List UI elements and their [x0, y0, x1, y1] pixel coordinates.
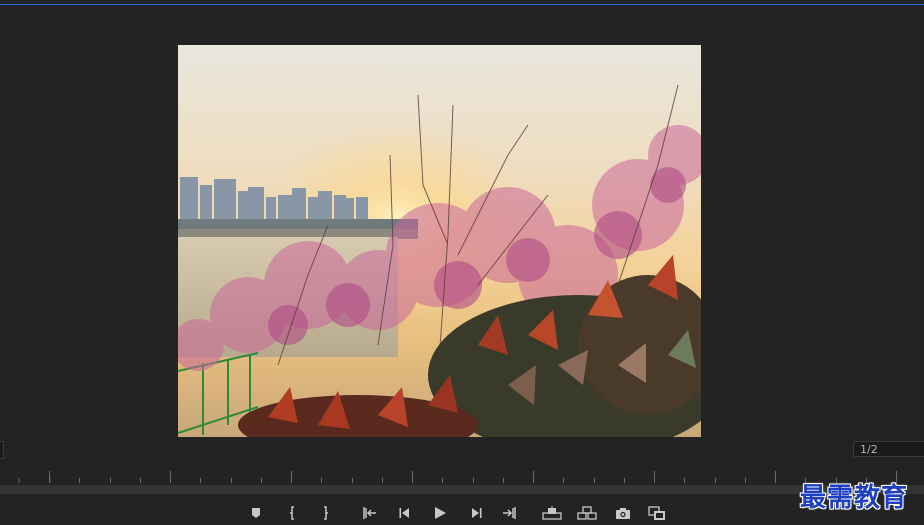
- panel-focus-line: [0, 4, 924, 5]
- mark-in-icon: [290, 506, 294, 520]
- go-to-in-button[interactable]: [360, 503, 380, 523]
- add-marker-button[interactable]: [246, 503, 266, 523]
- watermark-logo: 最需教育: [800, 483, 909, 513]
- timeline-scrubber-bar[interactable]: [0, 485, 924, 494]
- extract-icon: [577, 506, 597, 520]
- play-icon: [435, 507, 446, 519]
- transport-controls: [0, 500, 924, 525]
- playback-resolution-value: 1/2: [860, 443, 878, 456]
- panel-left-edge: [0, 441, 4, 459]
- playback-resolution-dropdown[interactable]: 1/2: [853, 441, 924, 457]
- video-frame-image: [178, 45, 701, 437]
- camera-icon: [616, 507, 630, 519]
- step-back-button[interactable]: [395, 503, 415, 523]
- mark-in-button[interactable]: [283, 503, 303, 523]
- play-button[interactable]: [430, 503, 450, 523]
- comparison-view-button[interactable]: [647, 503, 667, 523]
- mark-out-icon: [324, 506, 328, 520]
- program-monitor-viewer[interactable]: [178, 45, 701, 437]
- lift-icon: [542, 506, 562, 520]
- go-to-in-icon: [363, 507, 376, 519]
- marker-icon: [252, 508, 260, 518]
- extract-button[interactable]: [577, 503, 597, 523]
- go-to-out-icon: [503, 507, 516, 519]
- comparison-view-icon: [648, 505, 665, 520]
- time-ruler[interactable]: [0, 470, 924, 484]
- mark-out-button[interactable]: [315, 503, 335, 523]
- go-to-out-button[interactable]: [499, 503, 519, 523]
- step-back-icon: [399, 508, 409, 518]
- lift-button[interactable]: [542, 503, 562, 523]
- step-forward-button[interactable]: [466, 503, 486, 523]
- export-frame-button[interactable]: [613, 503, 633, 523]
- step-forward-icon: [472, 508, 482, 518]
